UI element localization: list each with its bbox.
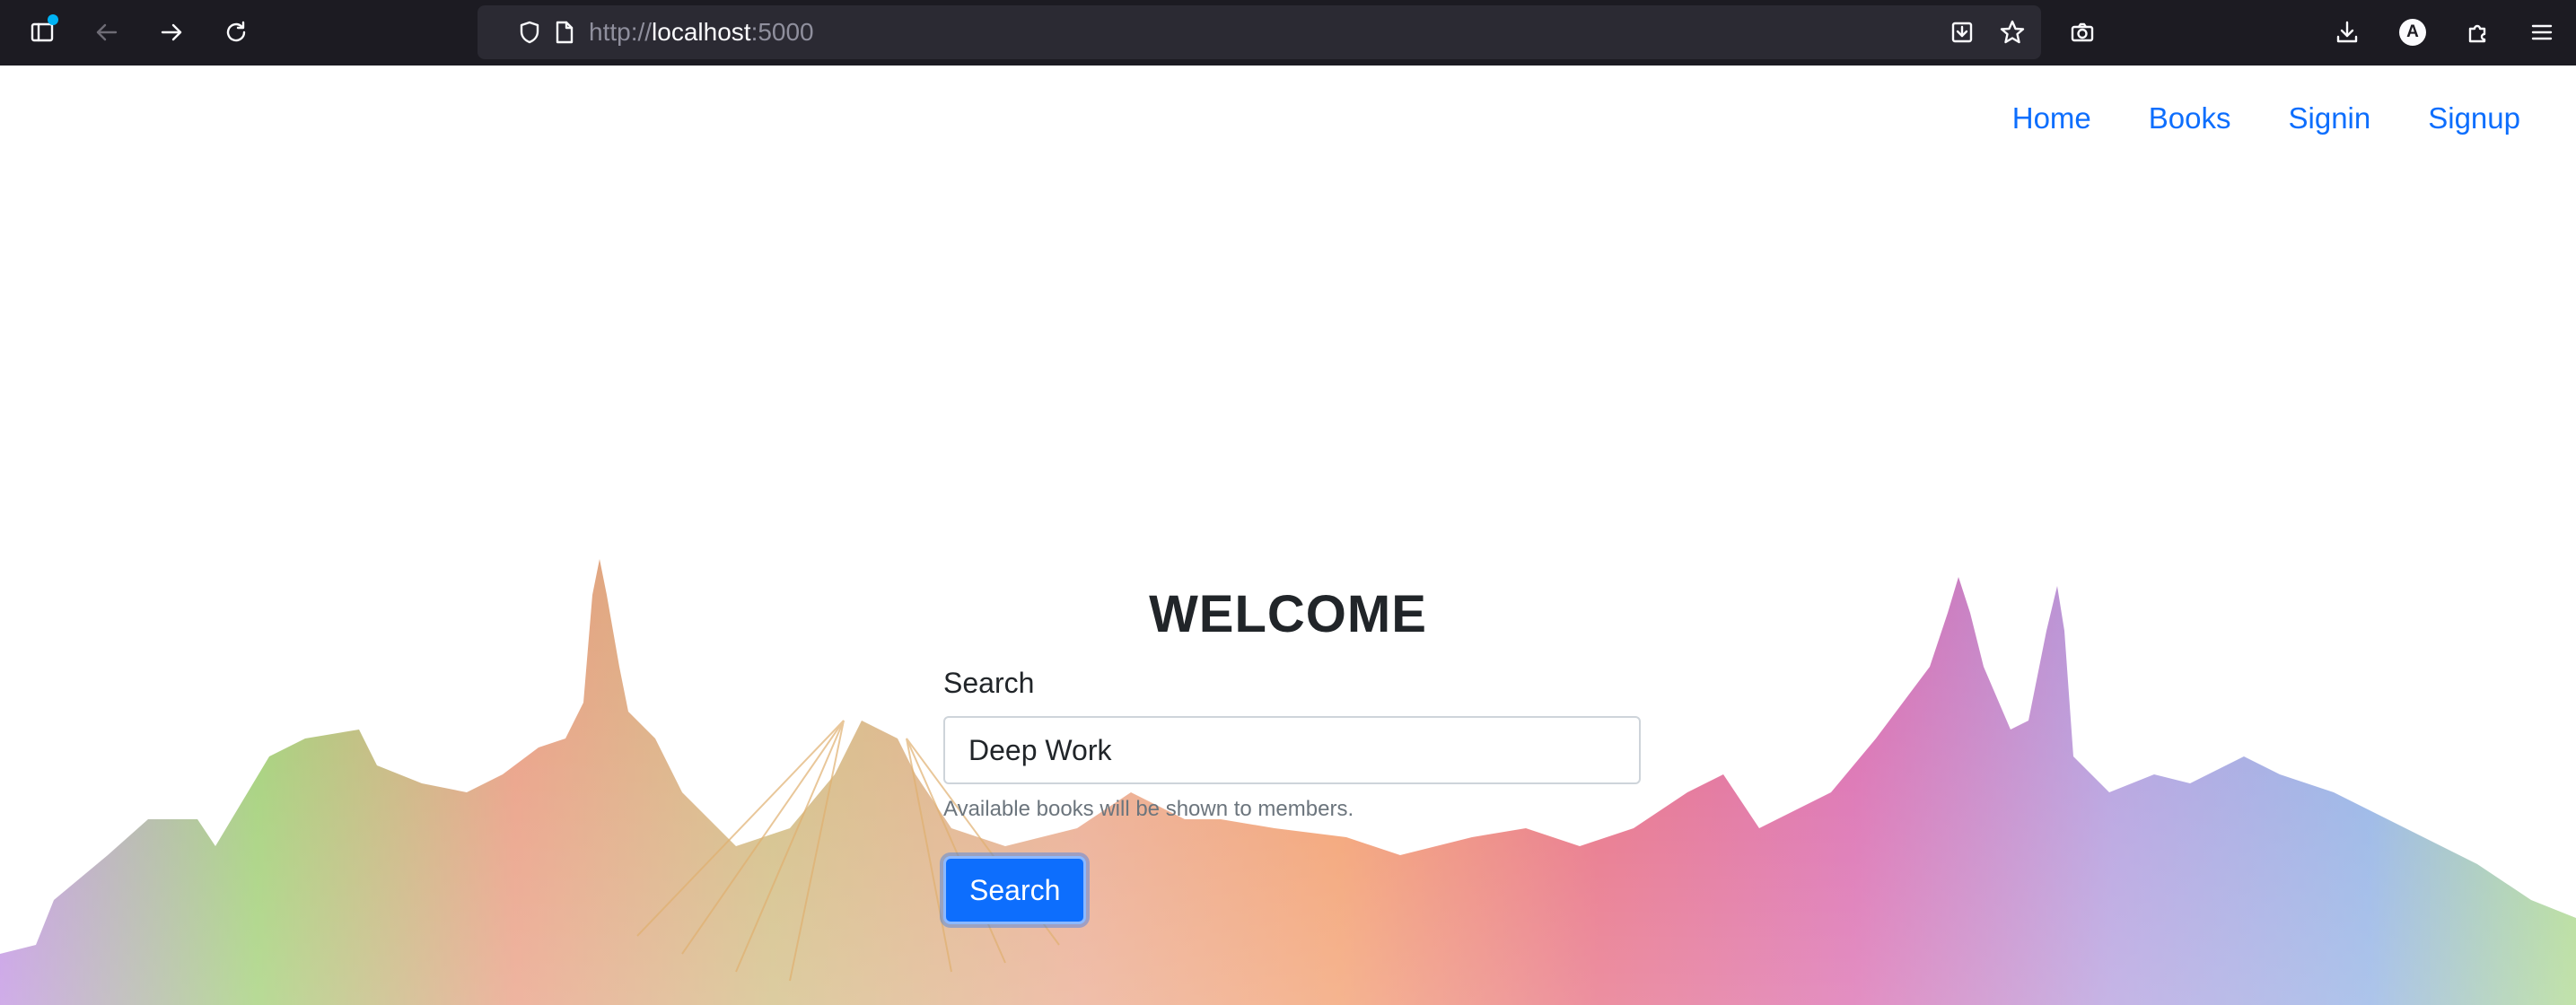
- download-tray-icon: [1951, 22, 1973, 43]
- page-info-button[interactable]: [542, 11, 585, 54]
- address-bar[interactable]: http://localhost:5000: [478, 5, 2041, 59]
- url-host: localhost: [652, 18, 751, 46]
- account-avatar-icon: A: [2399, 19, 2426, 46]
- hamburger-menu-icon: [2531, 24, 2553, 40]
- nav-link-signin[interactable]: Signin: [2289, 101, 2371, 135]
- account-button[interactable]: A: [2391, 11, 2434, 54]
- extensions-button[interactable]: [2456, 11, 2499, 54]
- notification-dot: [48, 14, 58, 25]
- url-port: :5000: [750, 18, 814, 46]
- puzzle-icon: [2468, 24, 2486, 43]
- nav-link-home[interactable]: Home: [2012, 101, 2091, 135]
- nav-link-signup[interactable]: Signup: [2428, 101, 2520, 135]
- downloads-button[interactable]: [2326, 11, 2369, 54]
- page-content: Home Books Signin Signup WELCOME Search …: [0, 66, 2576, 1005]
- search-input[interactable]: [943, 716, 1641, 784]
- back-arrow-icon: [96, 23, 118, 41]
- browser-toolbar: http://localhost:5000 A: [0, 0, 2576, 66]
- bookmark-button[interactable]: [1991, 11, 2034, 54]
- page-title: WELCOME: [1149, 585, 1427, 643]
- shield-icon: [520, 21, 539, 44]
- url-text[interactable]: http://localhost:5000: [589, 18, 814, 47]
- app-menu-button[interactable]: [2520, 11, 2563, 54]
- search-button[interactable]: Search: [943, 856, 1087, 924]
- nav-link-books[interactable]: Books: [2149, 101, 2231, 135]
- screenshot-button[interactable]: [2061, 11, 2104, 54]
- save-to-pocket-button[interactable]: [1941, 11, 1984, 54]
- search-help-text: Available books will be shown to members…: [943, 797, 1354, 821]
- reload-icon: [226, 21, 246, 42]
- forward-button[interactable]: [150, 11, 193, 54]
- page-icon: [556, 21, 574, 44]
- sidebar-toggle-button[interactable]: [21, 11, 64, 54]
- back-button[interactable]: [85, 11, 128, 54]
- url-scheme: http://: [589, 18, 653, 46]
- star-icon: [2000, 20, 2025, 44]
- download-icon: [2336, 21, 2358, 43]
- top-navbar: Home Books Signin Signup: [1955, 66, 2576, 171]
- forward-arrow-icon: [161, 23, 182, 41]
- camera-icon: [2071, 22, 2094, 42]
- search-form: Search Available books will be shown to …: [943, 667, 1641, 924]
- reload-button[interactable]: [215, 11, 258, 54]
- search-label: Search: [943, 667, 1035, 699]
